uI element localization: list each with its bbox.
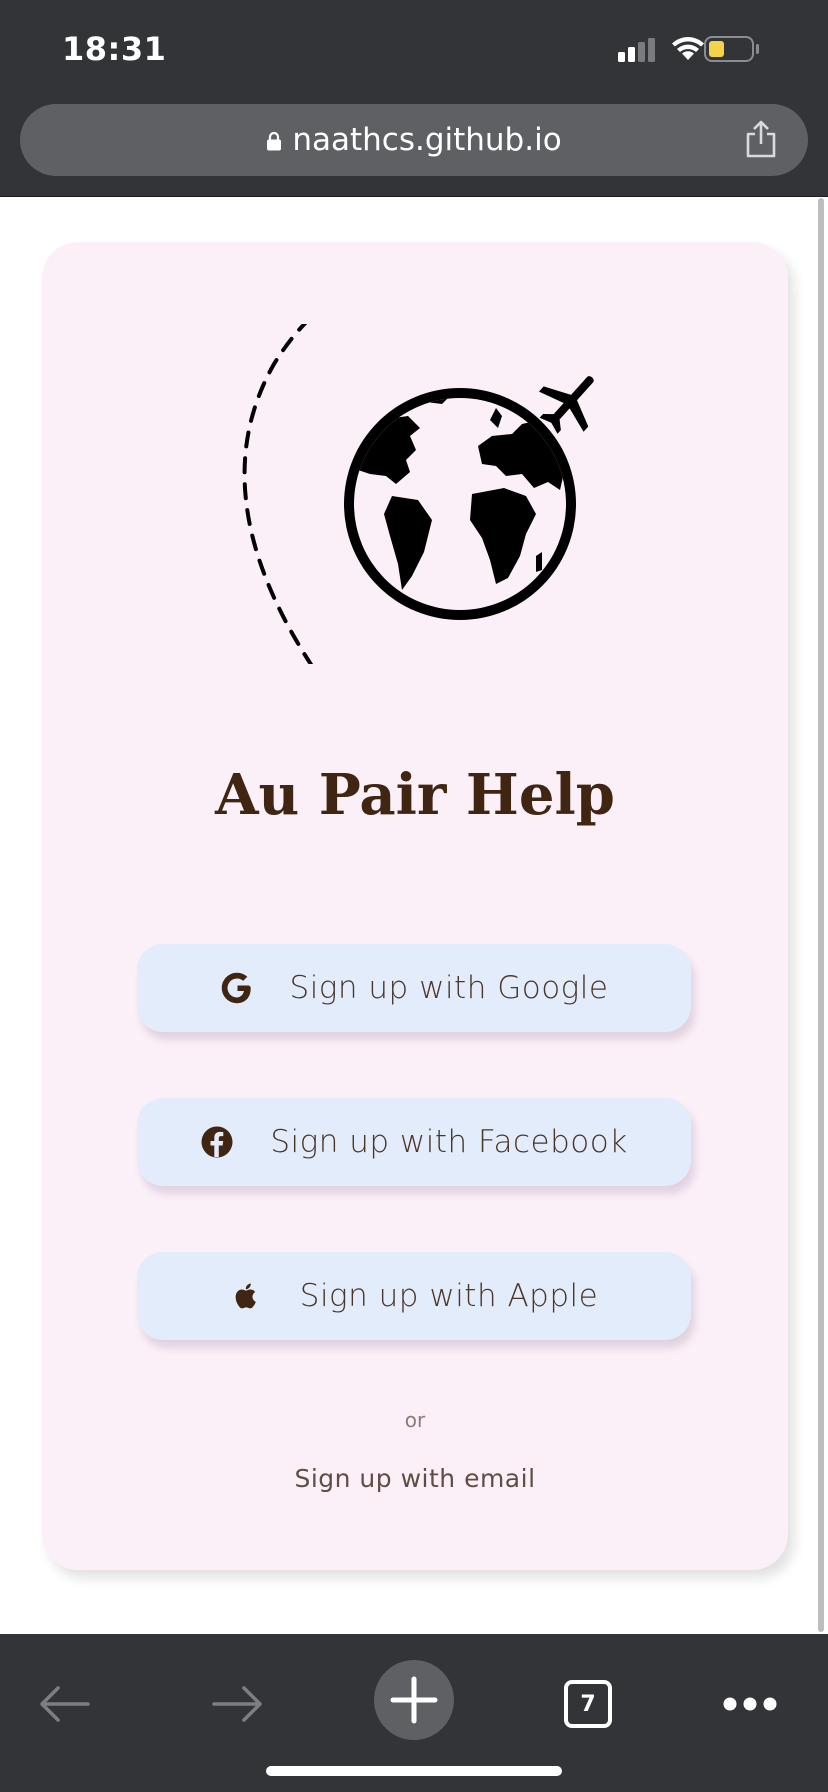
signup-card: Au Pair Help Sign up with Google Sign up… [42, 242, 788, 1570]
wifi-icon [672, 37, 704, 60]
signup-apple-button[interactable]: Sign up with Apple [137, 1252, 691, 1340]
status-time: 18:31 [62, 30, 167, 68]
cellular-signal-icon [618, 38, 655, 62]
address-bar[interactable]: naathcs.github.io [20, 104, 808, 176]
lock-icon [267, 131, 282, 151]
globe-with-airplane-icon [242, 324, 594, 664]
or-separator: or [404, 1408, 426, 1432]
app-title: Au Pair Help [215, 762, 615, 828]
google-icon [221, 972, 251, 1004]
tabs-button[interactable]: 7 [548, 1664, 628, 1744]
share-icon[interactable] [744, 120, 778, 158]
url-display[interactable]: naathcs.github.io [20, 122, 808, 158]
signup-facebook-label: Sign up with Facebook [270, 1124, 628, 1160]
browser-address-area: naathcs.github.io [0, 100, 828, 197]
forward-arrow-icon [212, 1686, 262, 1722]
forward-button[interactable] [198, 1664, 278, 1744]
tab-count: 7 [564, 1680, 612, 1728]
signup-google-button[interactable]: Sign up with Google [137, 944, 691, 1032]
back-button[interactable] [24, 1664, 104, 1744]
more-button[interactable] [710, 1664, 790, 1744]
url-text: naathcs.github.io [292, 122, 562, 158]
new-tab-button[interactable] [374, 1660, 454, 1740]
plus-icon [390, 1676, 438, 1724]
facebook-icon [201, 1126, 233, 1158]
page-scroll-indicator [818, 198, 824, 1632]
home-indicator[interactable] [266, 1766, 562, 1776]
battery-icon [704, 36, 759, 62]
signup-facebook-button[interactable]: Sign up with Facebook [137, 1098, 691, 1186]
apple-icon [235, 1283, 256, 1309]
status-bar: 18:31 [0, 0, 828, 100]
back-arrow-icon [40, 1686, 90, 1722]
more-dots-icon [723, 1697, 777, 1711]
signup-apple-label: Sign up with Apple [299, 1278, 599, 1314]
signup-google-label: Sign up with Google [289, 970, 609, 1006]
signup-email-link[interactable]: Sign up with email [42, 1464, 788, 1493]
